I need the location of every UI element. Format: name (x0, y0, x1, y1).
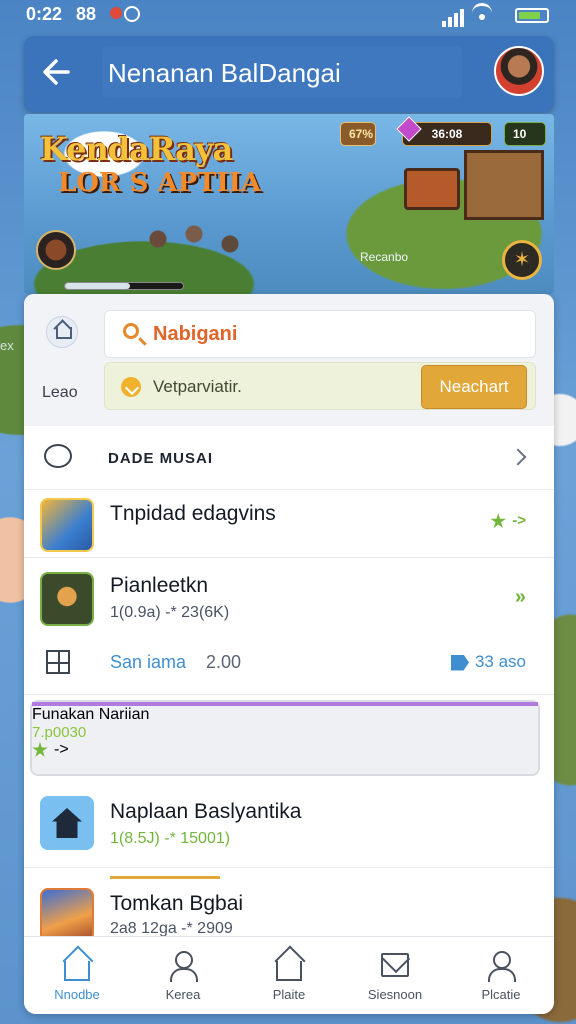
status-time: 0:22 (26, 4, 63, 24)
chevron-right-icon (509, 448, 527, 466)
person-icon (168, 951, 198, 982)
prompt-bar[interactable]: Vetparviatir. Neachart (104, 362, 536, 410)
wifi-dot (479, 14, 485, 20)
stats-row: San iama 2.00 33 aso (24, 640, 554, 690)
progress-bar (64, 282, 184, 290)
stats-right-label: 33 aso (474, 652, 526, 671)
search-icon (123, 323, 139, 339)
mail-icon (381, 953, 409, 977)
bottom-nav: Nnodbe Kerea Plaite Siesnoon Plcatie (24, 936, 554, 1014)
item-action-label: -> (54, 741, 69, 758)
nav-label: Siesnoon (367, 987, 423, 1002)
status-indicator: 88 (76, 4, 97, 24)
nav-label: Plcatie (481, 987, 521, 1002)
house-icon (52, 808, 82, 838)
item-name: Tnpidad edagvins (110, 502, 276, 525)
main-panel: Leao Nabigani Vetparviatir. Neachart DAD… (24, 294, 554, 1014)
side-label: Leao (42, 384, 78, 401)
status-bar: 0:22 88 (0, 0, 576, 30)
tower-building (464, 150, 544, 220)
list-item-highlighted[interactable]: Funakan Nariian 7.p0030 -> (30, 700, 540, 776)
item-name: Tomkan Bgbai (110, 892, 244, 915)
nav-label: Plaite (272, 987, 306, 1002)
section-header[interactable]: DADE MUSAI (24, 426, 554, 490)
list-item[interactable]: Tomkan Bgbai 2a8 12ga -* 2909 (24, 874, 554, 944)
notification-badge-icon (110, 7, 122, 19)
star-icon (490, 513, 506, 529)
progress-fill (65, 283, 130, 289)
search-area: Leao Nabigani Vetparviatir. Neachart (24, 294, 554, 426)
item-name: Pianleetkn (110, 574, 209, 597)
nav-item-home[interactable]: Nnodbe (24, 937, 130, 1014)
prompt-text: Vetparviatir. (153, 377, 242, 396)
nav-item-house[interactable]: Plaite (236, 937, 342, 1014)
game-list: DADE MUSAI Tnpidad edagvins -> Pianleetk… (24, 426, 554, 638)
game-thumbnail (40, 888, 94, 942)
battery-icon (515, 8, 549, 23)
speech-bubble-icon (44, 444, 72, 468)
game-title: KendaRaya (40, 130, 233, 168)
arrow-left-icon[interactable] (38, 54, 74, 90)
home-icon (64, 961, 90, 981)
nav-label: Kerea (165, 987, 201, 1002)
item-action[interactable]: -> (32, 741, 538, 759)
avatar[interactable] (494, 46, 544, 96)
sword-icon[interactable]: ✶ (502, 240, 542, 280)
signal-icon (442, 6, 466, 27)
list-item[interactable]: Tnpidad edagvins -> (24, 490, 554, 558)
chat-icon (121, 377, 141, 397)
stats-value: 2.00 (206, 652, 242, 672)
list-item[interactable]: Pianleetkn 1(0.9a) -* 23(6K) » (24, 558, 554, 638)
game-subtitle: LOR S APTIIA (58, 168, 261, 198)
item-meta: 1(0.9a) -* 23(6K) (110, 604, 230, 621)
battery-fill (519, 12, 540, 19)
truck-building (404, 168, 460, 210)
resource-pill-c: 10 (504, 122, 546, 146)
house-icon (276, 961, 302, 981)
nav-item-person[interactable]: Kerea (130, 937, 236, 1014)
item-name: Funakan Nariian (32, 706, 150, 723)
unit-group (134, 214, 254, 264)
ability-icon[interactable] (36, 230, 76, 270)
app-header: Nenanan BalDangai (24, 36, 554, 112)
item-name: Naplaan Baslyantika (110, 800, 302, 823)
game-banner[interactable]: KendaRaya LOR S APTIIA 67% 36:08 10 Reca… (24, 114, 554, 294)
nav-item-mail[interactable]: Siesnoon (342, 937, 448, 1014)
page-title: Nenanan BalDangai (108, 58, 341, 88)
background-label: ex (0, 338, 14, 353)
item-action-label: -> (512, 512, 526, 529)
nav-label: Nnodbe (54, 987, 100, 1002)
divider (24, 694, 554, 695)
wifi-icon (472, 3, 492, 23)
nav-item-profile[interactable]: Plcatie (448, 937, 554, 1014)
home-outline-icon[interactable] (46, 316, 78, 348)
item-action[interactable]: » (515, 586, 526, 609)
game-thumbnail (40, 572, 94, 626)
profile-icon (486, 951, 516, 982)
tag-icon (450, 654, 469, 671)
grid-icon (46, 650, 70, 674)
game-thumbnail (40, 796, 94, 850)
item-meta: 1(8.5J) -* 15001) (110, 830, 231, 847)
search-query: Nabigani (153, 323, 238, 345)
cta-button[interactable]: Neachart (421, 365, 527, 409)
resource-pill-a: 67% (340, 122, 376, 146)
map-label: Recanbo (360, 250, 409, 264)
stats-right[interactable]: 33 aso (450, 652, 526, 672)
item-action[interactable]: -> (490, 512, 526, 529)
game-thumbnail (40, 498, 94, 552)
star-icon (32, 741, 48, 757)
item-meta: 7.p0030 (32, 724, 87, 741)
message-icon (124, 6, 140, 22)
list-item[interactable]: Naplaan Baslyantika 1(8.5J) -* 15001) (24, 782, 554, 868)
section-title: DADE MUSAI (108, 450, 214, 467)
search-input[interactable]: Nabigani (104, 310, 536, 358)
stats-label[interactable]: San iama (110, 652, 186, 673)
